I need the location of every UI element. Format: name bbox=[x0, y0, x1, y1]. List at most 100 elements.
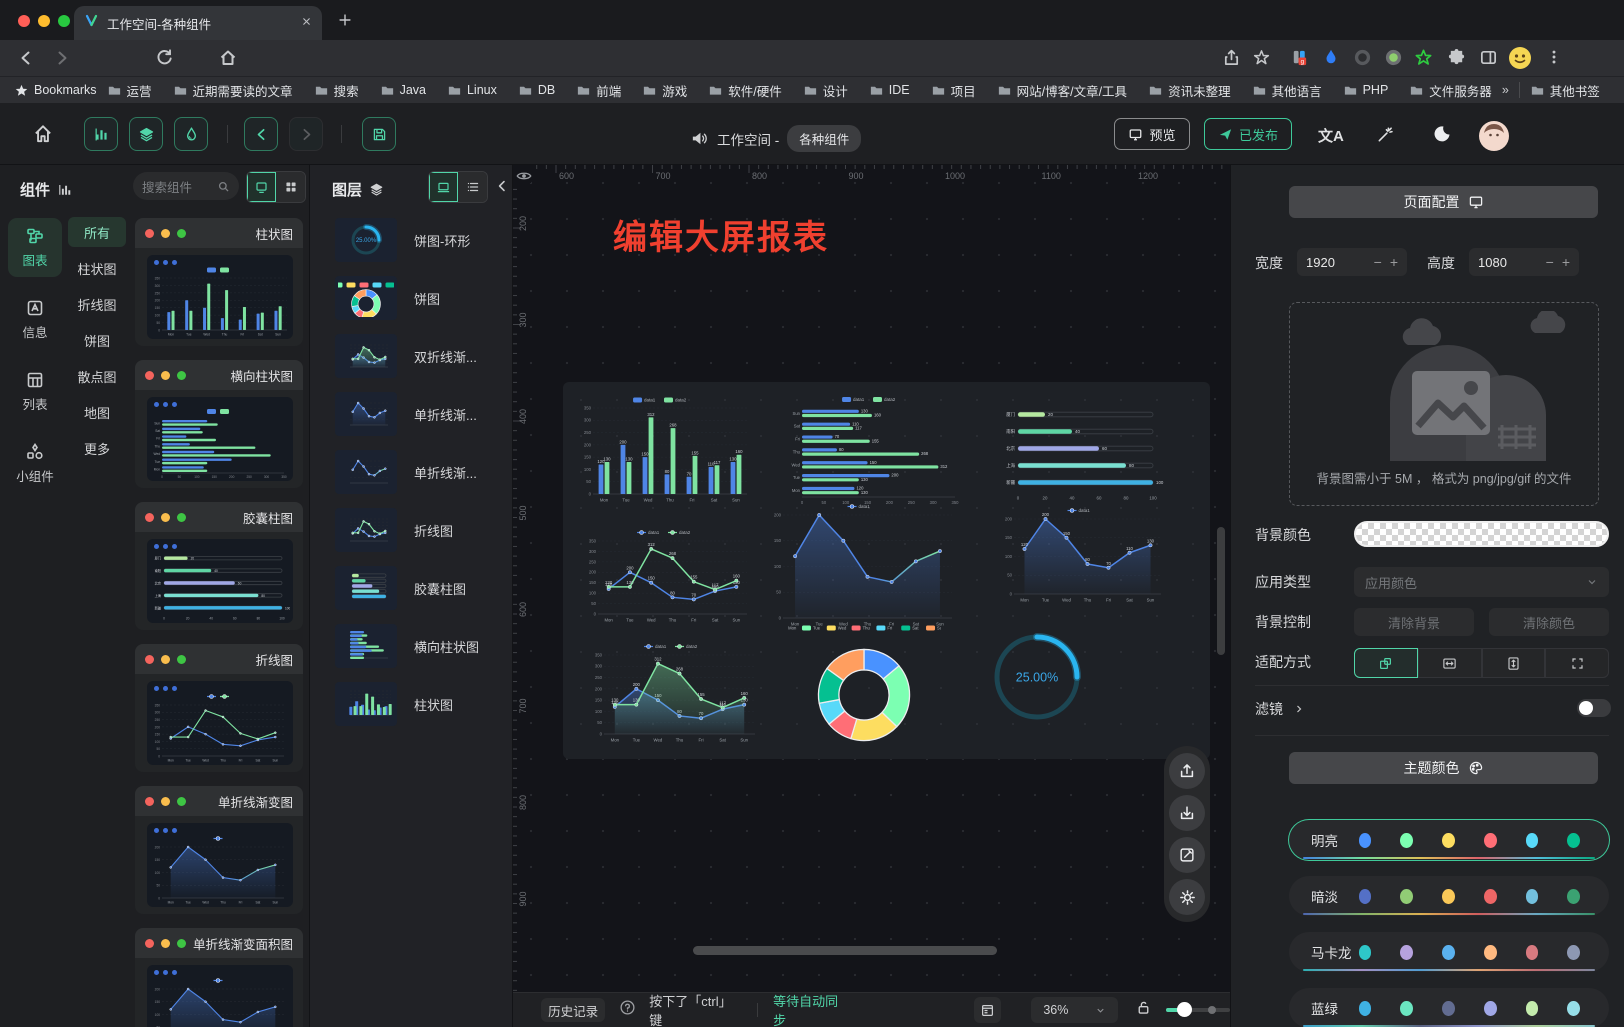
layers-panel-toggle-button[interactable] bbox=[129, 117, 163, 151]
preview-button[interactable]: 预览 bbox=[1114, 118, 1190, 150]
canvas-chart[interactable]: 0501001502001202001508070110130MonTueWed… bbox=[999, 504, 1167, 604]
vertical-scrollbar[interactable] bbox=[1217, 527, 1225, 655]
close-window-icon[interactable] bbox=[18, 15, 30, 27]
layer-item[interactable]: 饼图 bbox=[335, 276, 513, 320]
canvas-viewport[interactable]: 6007008009001000110012001300 20030040050… bbox=[513, 165, 1230, 1027]
ruler-eye-icon[interactable] bbox=[515, 167, 533, 185]
canvas-chart[interactable]: 0501001502002503003501202001508070110130… bbox=[583, 526, 753, 624]
extension-pin-icon[interactable]: g bbox=[1290, 48, 1310, 68]
theme-row-1[interactable]: 暗淡 bbox=[1289, 876, 1609, 916]
bookmark-folder[interactable]: 文件服务器 bbox=[1409, 81, 1492, 100]
layer-item[interactable]: 双折线渐... bbox=[335, 334, 513, 378]
maximize-window-icon[interactable] bbox=[58, 15, 70, 27]
filter-panel-toggle-button[interactable] bbox=[174, 117, 208, 151]
bookmark-folder[interactable]: DB bbox=[518, 83, 555, 98]
bookmarks-overflow[interactable]: » bbox=[1502, 83, 1509, 97]
bookmark-folder[interactable]: 游戏 bbox=[642, 81, 687, 100]
edit-button[interactable] bbox=[1169, 837, 1205, 873]
category-item[interactable]: 柱状图 bbox=[68, 253, 126, 283]
bookmark-folder[interactable]: IDE bbox=[869, 83, 910, 98]
browser-tab[interactable]: 工作空间-各种组件 bbox=[74, 6, 322, 40]
extension-circle-dark-icon[interactable] bbox=[1353, 48, 1373, 68]
design-screen[interactable]: 0501001502002503003501202001508070110130… bbox=[563, 382, 1210, 759]
bookmark-folder[interactable]: 资讯未整理 bbox=[1148, 81, 1231, 100]
zoom-slider-thumb[interactable] bbox=[1177, 1002, 1192, 1017]
export-button[interactable] bbox=[1169, 753, 1205, 789]
window-controls[interactable] bbox=[18, 14, 78, 32]
sidebar-tab-info[interactable]: 信息 bbox=[8, 290, 62, 349]
bookmark-folder[interactable]: Java bbox=[380, 83, 426, 98]
category-item[interactable]: 散点图 bbox=[68, 361, 126, 391]
extensions-puzzle-icon[interactable] bbox=[1447, 48, 1467, 68]
filter-label-row[interactable]: 滤镜 bbox=[1255, 699, 1305, 719]
component-card[interactable]: 胶囊柱图厦门20南阳40北京60上海80新疆100020406080100 bbox=[135, 502, 303, 630]
horizontal-scrollbar[interactable] bbox=[693, 946, 997, 955]
user-avatar[interactable] bbox=[1478, 120, 1510, 157]
component-card[interactable]: 折线图050100150200250300350MonTueWedThuFriS… bbox=[135, 644, 303, 772]
history-button[interactable]: 历史记录 bbox=[541, 998, 605, 1022]
layer-item[interactable]: 折线图 bbox=[335, 508, 513, 552]
width-minus-button[interactable]: − bbox=[1374, 254, 1382, 270]
fit-width-button[interactable] bbox=[1418, 648, 1482, 678]
share-icon[interactable] bbox=[1222, 48, 1242, 68]
undo-button[interactable] bbox=[244, 117, 278, 151]
canvas-chart[interactable]: 厦门20南阳40北京60上海80新疆100020406080100 bbox=[999, 402, 1167, 502]
settings-gear-button[interactable] bbox=[1169, 879, 1205, 915]
single-view-toggle[interactable] bbox=[247, 172, 276, 202]
bookmark-folder[interactable]: 网站/博客/文章/工具 bbox=[997, 81, 1127, 100]
canvas-chart[interactable]: 25.00% bbox=[991, 630, 1083, 724]
dark-mode-moon-icon[interactable] bbox=[1432, 124, 1452, 149]
category-item[interactable]: 饼图 bbox=[68, 325, 126, 355]
back-icon[interactable] bbox=[16, 48, 36, 68]
fit-height-button[interactable] bbox=[1482, 648, 1546, 678]
extension-star-icon[interactable] bbox=[1414, 48, 1434, 68]
bookmark-folder[interactable]: 前端 bbox=[576, 81, 621, 100]
bookmark-folder[interactable]: Linux bbox=[447, 83, 497, 98]
filter-toggle[interactable] bbox=[1577, 699, 1611, 717]
height-minus-button[interactable]: − bbox=[1546, 254, 1554, 270]
theme-row-0[interactable]: 明亮 bbox=[1289, 820, 1609, 860]
bookmark-folder[interactable]: 搜索 bbox=[314, 81, 359, 100]
bg-color-swatch[interactable] bbox=[1354, 521, 1609, 547]
page-config-header[interactable]: 页面配置 bbox=[1289, 186, 1598, 218]
browser-menu-icon[interactable] bbox=[1545, 48, 1565, 68]
workspace-name-badge[interactable]: 各种组件 bbox=[787, 125, 861, 152]
search-components-input[interactable]: 搜索组件 bbox=[133, 172, 239, 200]
theme-row-2[interactable]: 马卡龙 bbox=[1289, 932, 1609, 972]
redo-button[interactable] bbox=[289, 117, 323, 151]
zoom-select[interactable]: 36% bbox=[1031, 997, 1117, 1023]
sidebar-tab-list[interactable]: 列表 bbox=[8, 362, 62, 421]
bookmark-folder[interactable]: 软件/硬件 bbox=[708, 81, 781, 100]
help-icon[interactable] bbox=[619, 999, 636, 1021]
bookmark-folder[interactable]: 运营 bbox=[107, 81, 152, 100]
bookmarks-root[interactable]: Bookmarks bbox=[14, 83, 97, 98]
zoom-slider[interactable] bbox=[1166, 1008, 1230, 1012]
collapse-layers-icon[interactable] bbox=[494, 178, 510, 199]
bookmark-folder[interactable]: 其他语言 bbox=[1252, 81, 1322, 100]
sidebar-tab-charts[interactable]: 图表 bbox=[8, 218, 62, 277]
bookmark-folder[interactable]: PHP bbox=[1343, 83, 1389, 98]
extension-drop-icon[interactable] bbox=[1322, 48, 1342, 68]
background-upload-dropzone[interactable]: 背景图需小于 5M ， 格式为 png/jpg/gif 的文件 bbox=[1289, 302, 1599, 506]
detail-panel-button[interactable] bbox=[974, 997, 1001, 1023]
category-item[interactable]: 折线图 bbox=[68, 289, 126, 319]
theme-row-3[interactable]: 蓝绿 bbox=[1289, 988, 1609, 1027]
component-card[interactable]: 单折线渐变面积图050100150200MonTueWedThuFriSatSu… bbox=[135, 928, 303, 1027]
layer-item[interactable]: 单折线渐... bbox=[335, 450, 513, 494]
profile-avatar[interactable] bbox=[1508, 46, 1528, 66]
other-bookmarks[interactable]: 其他书签 bbox=[1530, 81, 1600, 100]
bookmark-folder[interactable]: 项目 bbox=[931, 81, 976, 100]
sidebar-tab-widgets[interactable]: 小组件 bbox=[8, 434, 62, 493]
save-button[interactable] bbox=[362, 117, 396, 151]
clear-background-button[interactable]: 清除背景 bbox=[1354, 608, 1474, 636]
thumbnail-view-toggle[interactable] bbox=[429, 172, 458, 202]
translate-icon[interactable]: 文A bbox=[1318, 125, 1344, 146]
layer-item[interactable]: 横向柱状图 bbox=[335, 624, 513, 668]
new-tab-icon[interactable] bbox=[338, 13, 352, 32]
grid-view-toggle[interactable] bbox=[276, 172, 305, 202]
layer-item[interactable]: 柱状图 bbox=[335, 682, 513, 726]
tab-close-icon[interactable] bbox=[301, 14, 312, 32]
bookmark-folder[interactable]: 设计 bbox=[803, 81, 848, 100]
canvas-chart[interactable]: Sun130160Sat110117Fri70155Thu80268Wed150… bbox=[785, 394, 961, 506]
reload-icon[interactable] bbox=[155, 48, 175, 68]
